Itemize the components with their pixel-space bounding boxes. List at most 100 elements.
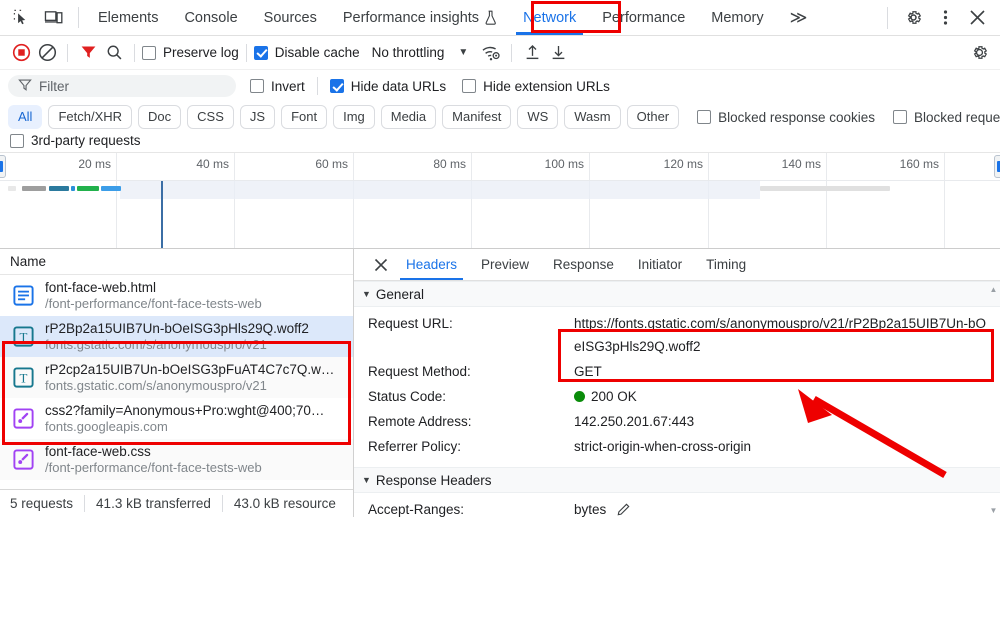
chip-js[interactable]: JS [239, 105, 276, 129]
network-overview-timeline[interactable]: 20 ms 40 ms 60 ms 80 ms 100 ms 120 ms 140 ms 16… [0, 152, 1000, 249]
hide-extension-urls-checkbox[interactable]: Hide extension URLs [462, 79, 610, 94]
disable-cache-checkbox[interactable]: Disable cache [253, 45, 360, 60]
search-button-icon[interactable] [101, 40, 127, 66]
tab-headers[interactable]: Headers [394, 249, 469, 280]
tab-performance[interactable]: Performance [589, 0, 698, 35]
disable-cache-label: Disable cache [274, 45, 360, 60]
edit-pencil-icon[interactable] [617, 500, 630, 517]
throttling-select[interactable]: No throttling [372, 45, 445, 60]
header-value[interactable]: https://fonts.gstatic.com/s/anonymouspro… [574, 312, 992, 358]
blocked-response-cookies-box [697, 110, 712, 124]
tab-memory[interactable]: Memory [698, 0, 776, 35]
table-row[interactable]: css2?family=Anonymous+Pro:wght@400;70… f… [0, 398, 353, 439]
toolbar-divider [67, 43, 68, 62]
overview-selection-window[interactable] [120, 181, 760, 199]
triangle-down-icon: ▼ [362, 289, 371, 299]
overview-handle-right[interactable] [994, 155, 1000, 178]
header-row-accept-ranges: Accept-Ranges: bytes [354, 493, 1000, 517]
filter-button-icon[interactable] [75, 40, 101, 66]
tab-preview[interactable]: Preview [469, 249, 541, 280]
hide-data-urls-checkbox[interactable]: Hide data URLs [329, 79, 446, 94]
record-button-icon[interactable] [8, 40, 34, 66]
chip-img[interactable]: Img [333, 105, 375, 129]
header-row-request-method: Request Method: GET [354, 359, 1000, 384]
flask-icon [484, 10, 497, 25]
blocked-response-cookies-checkbox[interactable]: Blocked response cookies [697, 110, 875, 125]
chip-media[interactable]: Media [380, 105, 437, 129]
chip-all[interactable]: All [8, 105, 43, 129]
filter-input[interactable]: Filter [8, 75, 236, 97]
settings-gear-icon[interactable] [898, 3, 928, 33]
overview-gridline [116, 153, 117, 248]
request-name: css2?family=Anonymous+Pro:wght@400;70… [45, 402, 325, 418]
tabbar-right-divider [887, 6, 888, 29]
request-path: fonts.googleapis.com [45, 418, 168, 434]
table-row[interactable]: T rP2Bp2a15UIB7Un-bOeISG3pHls29Q.woff2 f… [0, 316, 353, 357]
toolbar-divider-2 [134, 43, 135, 62]
import-har-icon[interactable] [519, 40, 545, 66]
font-icon: T [10, 365, 36, 391]
chip-ws[interactable]: WS [517, 105, 559, 129]
tab-console[interactable]: Console [171, 0, 250, 35]
header-key: Status Code: [368, 389, 447, 404]
more-options-icon[interactable] [930, 3, 960, 33]
chevron-down-icon[interactable]: ▼ [458, 47, 468, 58]
table-row[interactable]: font-face-web.css /font-performance/font… [0, 439, 353, 480]
tab-elements[interactable]: Elements [85, 0, 171, 35]
network-settings-icon[interactable] [966, 40, 992, 66]
header-key: Request URL: [368, 316, 453, 331]
tab-label: Network [523, 9, 577, 26]
overview-tick-label: 40 ms [196, 157, 229, 171]
blocked-requests-checkbox[interactable]: Blocked requests [892, 110, 1000, 125]
chip-wasm[interactable]: Wasm [564, 105, 621, 129]
device-toolbar-icon[interactable] [40, 5, 66, 31]
details-scrollbar[interactable]: ▲ ▼ [989, 283, 998, 517]
chip-font[interactable]: Font [281, 105, 328, 129]
tab-timing[interactable]: Timing [694, 249, 758, 280]
tab-performance-insights[interactable]: Performance insights [330, 0, 510, 35]
tab-initiator[interactable]: Initiator [626, 249, 694, 280]
status-dot-icon [574, 391, 585, 402]
overview-gridlines: 20 ms 40 ms 60 ms 80 ms 100 ms 120 ms 140 ms 16… [0, 153, 1000, 248]
tab-response[interactable]: Response [541, 249, 626, 280]
section-general[interactable]: ▼ General [354, 281, 1000, 307]
close-details-icon[interactable] [368, 249, 394, 280]
request-path: fonts.gstatic.com/s/anonymouspro/v21 [45, 377, 267, 393]
table-row[interactable]: font-face-web.html /font-performance/fon… [0, 275, 353, 316]
scroll-down-icon[interactable]: ▼ [989, 506, 998, 515]
table-row[interactable]: T rP2cp2a15UIB7Un-bOeISG3pFuAT4C7c7Q.w… … [0, 357, 353, 398]
invert-label: Invert [271, 78, 305, 94]
more-tabs-button[interactable]: ≫ [777, 0, 821, 35]
toolbar-divider-4 [511, 43, 513, 62]
chip-other[interactable]: Other [626, 105, 680, 129]
tab-label: Memory [711, 9, 764, 26]
request-path: fonts.gstatic.com/s/anonymouspro/v21 [45, 336, 267, 352]
inspect-element-icon[interactable] [8, 5, 34, 31]
header-value-editable[interactable]: bytes [574, 498, 630, 517]
tab-network[interactable]: Network [510, 0, 589, 35]
devtools-window: Elements Console Sources Performance ins… [0, 0, 1000, 623]
section-response-headers[interactable]: ▼ Response Headers [354, 467, 1000, 493]
tab-label: Sources [263, 9, 317, 26]
chip-manifest[interactable]: Manifest [442, 105, 512, 129]
overview-handle-left[interactable] [0, 155, 6, 178]
export-har-icon[interactable] [545, 40, 571, 66]
header-row-status-code: Status Code: 200 OK [354, 384, 1000, 409]
header-key: Request Method: [368, 364, 471, 379]
font-icon: T [10, 324, 36, 350]
chip-doc[interactable]: Doc [138, 105, 182, 129]
network-status-bar: 5 requests 41.3 kB transferred 43.0 kB r… [0, 489, 353, 517]
chip-fetch-xhr[interactable]: Fetch/XHR [48, 105, 133, 129]
overview-gridline [471, 153, 472, 248]
tab-sources[interactable]: Sources [251, 0, 330, 35]
close-icon[interactable] [962, 3, 992, 33]
invert-checkbox[interactable]: Invert [250, 79, 305, 94]
header-row-request-url: Request URL: https://fonts.gstatic.com/s… [354, 307, 1000, 359]
third-party-requests-checkbox[interactable]: 3rd-party requests [10, 133, 141, 148]
clear-button-icon[interactable] [34, 40, 60, 66]
preserve-log-checkbox[interactable]: Preserve log [142, 45, 239, 60]
network-conditions-icon[interactable] [478, 40, 504, 66]
chip-css[interactable]: CSS [187, 105, 234, 129]
scroll-up-icon[interactable]: ▲ [989, 285, 998, 294]
request-list-header[interactable]: Name [0, 249, 353, 275]
